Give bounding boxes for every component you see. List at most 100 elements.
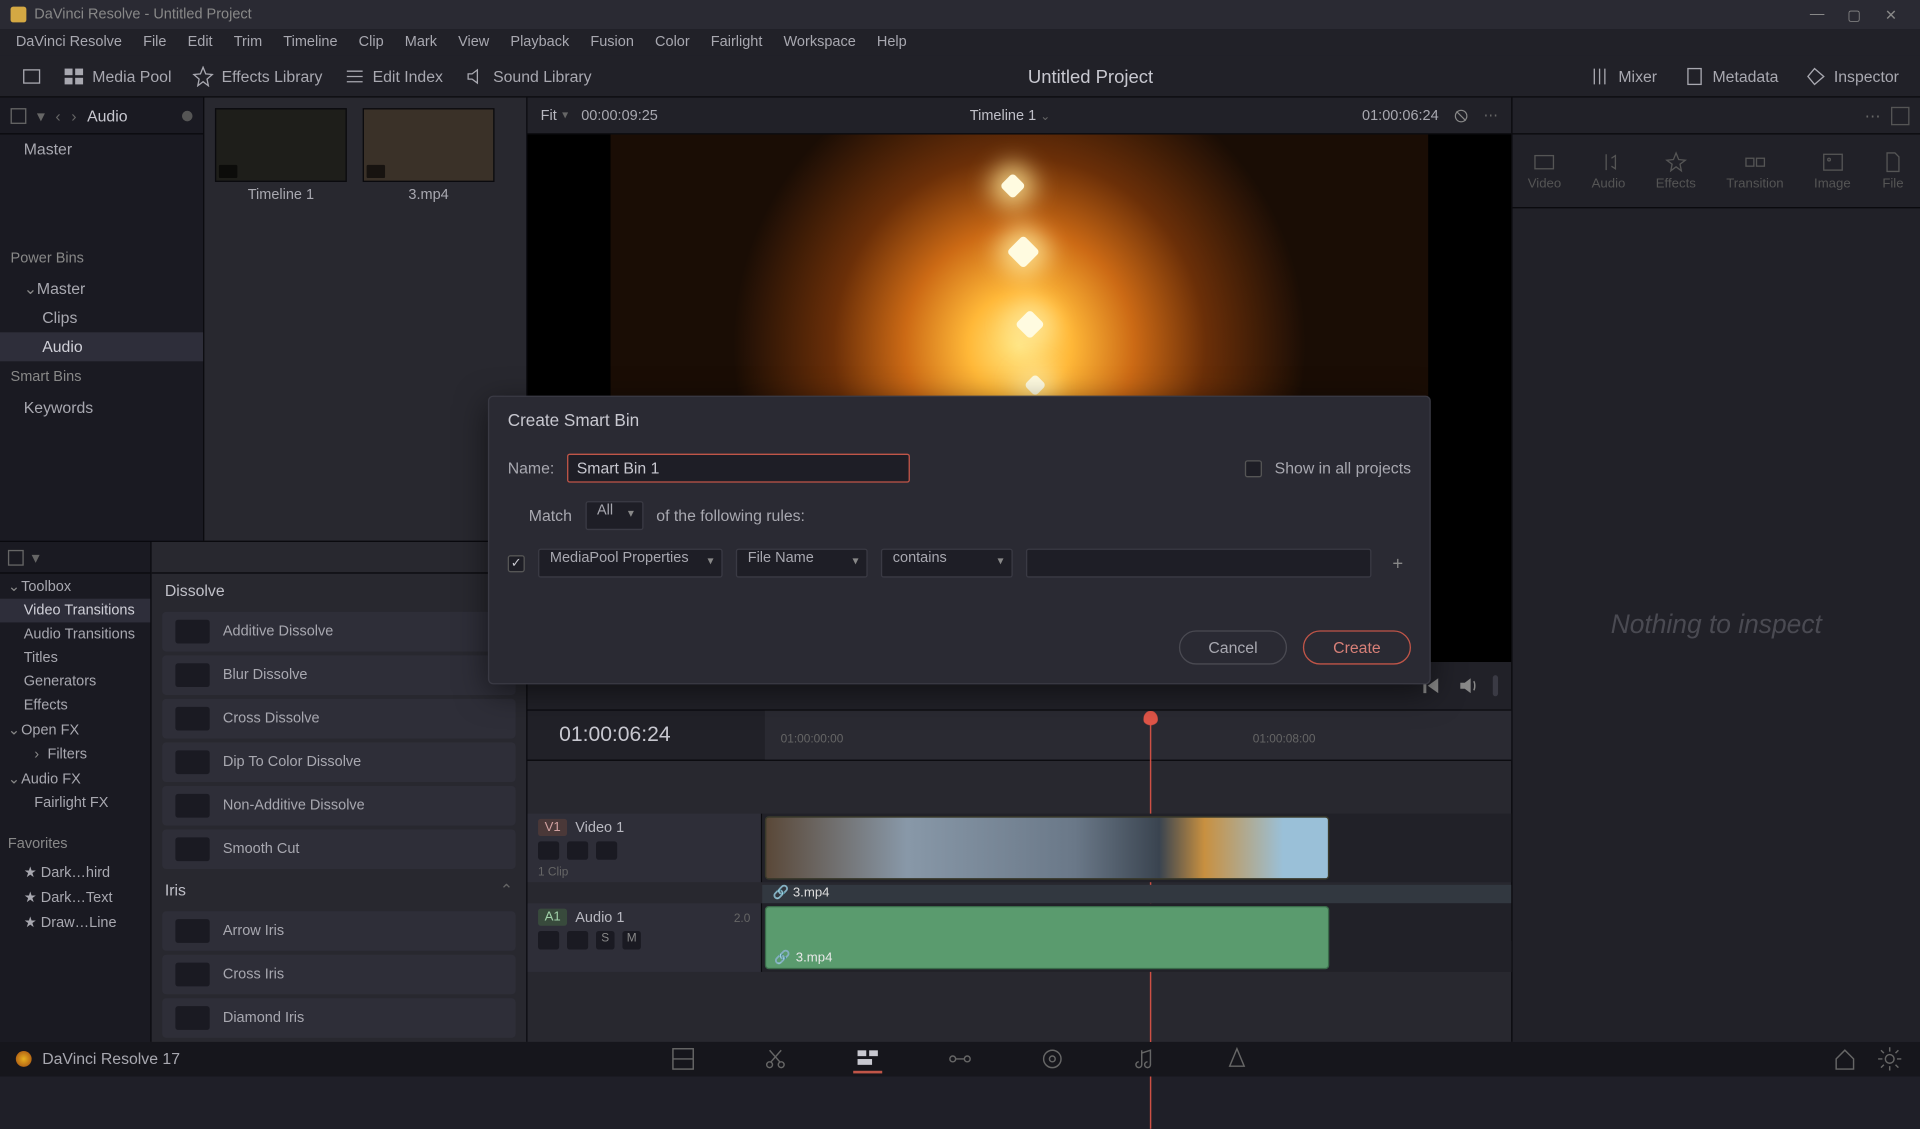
- show-all-checkbox[interactable]: [1244, 460, 1261, 477]
- fx-arrow-iris[interactable]: Arrow Iris: [162, 911, 515, 951]
- fx-filters[interactable]: ›Filters: [0, 742, 150, 766]
- menu-file[interactable]: File: [133, 32, 177, 53]
- inspector-tab-transition[interactable]: Transition: [1726, 150, 1783, 191]
- fx-dip-dissolve[interactable]: Dip To Color Dissolve: [162, 742, 515, 782]
- page-color[interactable]: [1038, 1044, 1067, 1073]
- fx-view-dropdown[interactable]: [8, 549, 24, 565]
- rule-value-input[interactable]: [1026, 549, 1371, 578]
- effects-library-button[interactable]: Effects Library: [182, 60, 333, 92]
- menu-view[interactable]: View: [448, 32, 500, 53]
- powerbin-audio[interactable]: Audio: [0, 332, 203, 361]
- match-mode-select[interactable]: All: [585, 501, 643, 530]
- menu-mark[interactable]: Mark: [394, 32, 447, 53]
- name-input[interactable]: [567, 454, 910, 483]
- menu-workspace[interactable]: Workspace: [773, 32, 866, 53]
- rule-operator-select[interactable]: contains: [881, 549, 1013, 578]
- menu-fusion[interactable]: Fusion: [580, 32, 645, 53]
- viewer-timeline-name[interactable]: Timeline 1 ⌄: [671, 107, 1349, 123]
- fx-additive-dissolve[interactable]: Additive Dissolve: [162, 612, 515, 652]
- bin-master[interactable]: Master: [0, 135, 203, 164]
- track-mute-a1[interactable]: M: [622, 931, 640, 949]
- inspector-tab-image[interactable]: Image: [1814, 150, 1851, 191]
- rule-field-select[interactable]: File Name: [736, 549, 868, 578]
- menu-trim[interactable]: Trim: [223, 32, 273, 53]
- inspector-tab-audio[interactable]: Audio: [1592, 150, 1626, 191]
- rule-property-select[interactable]: MediaPool Properties: [538, 549, 723, 578]
- powerbin-master[interactable]: ⌄Master: [0, 274, 203, 303]
- sound-library-button[interactable]: Sound Library: [454, 60, 603, 92]
- viewer-menu-icon[interactable]: ⋯: [1484, 107, 1499, 124]
- fx-audiofx[interactable]: ⌄Audio FX: [0, 766, 150, 791]
- close-button[interactable]: ✕: [1873, 3, 1910, 27]
- menu-color[interactable]: Color: [644, 32, 700, 53]
- inspector-button[interactable]: Inspector: [1794, 60, 1909, 92]
- fx-smooth-cut[interactable]: Smooth Cut: [162, 829, 515, 869]
- fx-toolbox[interactable]: ⌄Toolbox: [0, 574, 150, 599]
- inspector-menu-icon[interactable]: ⋯: [1865, 106, 1881, 124]
- smartbin-keywords[interactable]: Keywords: [0, 393, 203, 422]
- track-header-a1[interactable]: A1Audio 12.0 SM: [527, 903, 762, 972]
- create-button[interactable]: Create: [1303, 630, 1411, 664]
- track-solo-a1[interactable]: S: [596, 931, 614, 949]
- track-toggle-v1[interactable]: [567, 841, 588, 859]
- page-edit[interactable]: [853, 1044, 882, 1073]
- menu-edit[interactable]: Edit: [177, 32, 223, 53]
- fav-item-2[interactable]: ★ Dark…Text: [0, 885, 150, 910]
- mixer-button[interactable]: Mixer: [1579, 60, 1668, 92]
- track-header-v1[interactable]: V1Video 1 1 Clip: [527, 814, 762, 883]
- fx-blur-dissolve[interactable]: Blur Dissolve: [162, 655, 515, 695]
- page-cut[interactable]: [761, 1044, 790, 1073]
- page-fusion[interactable]: [946, 1044, 975, 1073]
- bin-view-dropdown[interactable]: [11, 107, 27, 123]
- settings-button[interactable]: [1875, 1044, 1904, 1073]
- fx-video-transitions[interactable]: Video Transitions: [0, 599, 150, 623]
- fx-nonadditive-dissolve[interactable]: Non-Additive Dissolve: [162, 786, 515, 826]
- video-clip[interactable]: [765, 816, 1329, 879]
- cancel-button[interactable]: Cancel: [1179, 630, 1287, 664]
- viewer-sync-icon[interactable]: [1452, 106, 1470, 124]
- media-item-timeline[interactable]: Timeline 1: [215, 108, 347, 203]
- media-item-clip[interactable]: 3.mp4: [363, 108, 495, 203]
- timeline-ruler[interactable]: 01:00:00:00 01:00:08:00: [765, 711, 1511, 760]
- menu-timeline[interactable]: Timeline: [273, 32, 348, 53]
- fx-openfx[interactable]: ⌄Open FX: [0, 717, 150, 742]
- metadata-button[interactable]: Metadata: [1673, 60, 1789, 92]
- inspector-expand-icon[interactable]: [1891, 106, 1909, 124]
- menu-davinci[interactable]: DaVinci Resolve: [5, 32, 132, 53]
- fx-generators[interactable]: Generators: [0, 670, 150, 694]
- edit-index-button[interactable]: Edit Index: [333, 60, 453, 92]
- add-rule-button[interactable]: +: [1385, 550, 1411, 576]
- fx-cross-iris[interactable]: Cross Iris: [162, 955, 515, 995]
- fav-item-1[interactable]: ★ Dark…hird: [0, 860, 150, 885]
- rule-enabled-checkbox[interactable]: [508, 555, 525, 572]
- inspector-tab-video[interactable]: Video: [1528, 150, 1562, 191]
- track-view-v1[interactable]: [596, 841, 617, 859]
- menu-fairlight[interactable]: Fairlight: [700, 32, 773, 53]
- viewer-zoom-dropdown[interactable]: Fit ▾: [541, 107, 568, 123]
- track-lock-a1[interactable]: [538, 931, 559, 949]
- volume-icon[interactable]: [1456, 674, 1480, 698]
- fx-audio-transitions[interactable]: Audio Transitions: [0, 622, 150, 646]
- inspector-tab-file[interactable]: File: [1881, 150, 1905, 191]
- menu-clip[interactable]: Clip: [348, 32, 394, 53]
- menu-playback[interactable]: Playback: [500, 32, 580, 53]
- page-deliver[interactable]: [1222, 1044, 1251, 1073]
- home-button[interactable]: [1830, 1044, 1859, 1073]
- track-lock-v1[interactable]: [538, 841, 559, 859]
- inspector-tab-effects[interactable]: Effects: [1656, 150, 1696, 191]
- page-media[interactable]: [669, 1044, 698, 1073]
- fx-titles[interactable]: Titles: [0, 646, 150, 670]
- fx-diamond-iris[interactable]: Diamond Iris: [162, 998, 515, 1038]
- fav-item-3[interactable]: ★ Draw…Line: [0, 910, 150, 935]
- media-pool-button[interactable]: Media Pool: [53, 60, 182, 92]
- menu-help[interactable]: Help: [866, 32, 917, 53]
- audio-clip[interactable]: 🔗 3.mp4: [765, 906, 1329, 969]
- minimize-button[interactable]: —: [1799, 3, 1836, 27]
- fx-fairlightfx[interactable]: Fairlight FX: [0, 791, 150, 815]
- fullscreen-toggle[interactable]: [11, 60, 53, 92]
- fx-cross-dissolve[interactable]: Cross Dissolve: [162, 699, 515, 739]
- maximize-button[interactable]: ▢: [1836, 3, 1873, 27]
- page-fairlight[interactable]: [1130, 1044, 1159, 1073]
- powerbin-clips[interactable]: Clips: [0, 303, 203, 332]
- volume-slider[interactable]: [1493, 675, 1498, 696]
